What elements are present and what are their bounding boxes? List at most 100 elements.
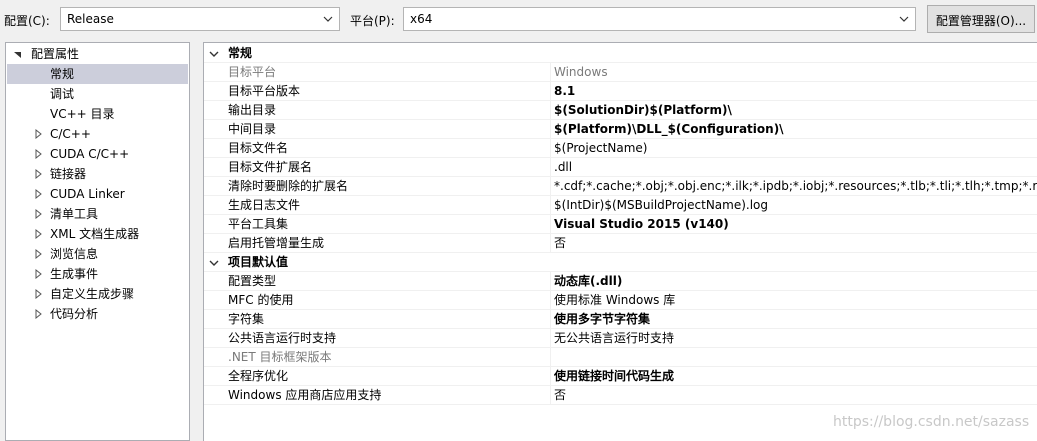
config-manager-button[interactable]: 配置管理器(O)... bbox=[927, 5, 1035, 33]
column-divider bbox=[550, 272, 551, 291]
property-value[interactable]: 使用多字节字符集 bbox=[554, 310, 1037, 328]
property-row[interactable]: .NET 目标框架版本 bbox=[204, 348, 1037, 367]
property-name: 目标文件名 bbox=[228, 141, 289, 155]
triangle-right-icon[interactable] bbox=[33, 249, 43, 259]
tree-root-label: 配置属性 bbox=[31, 47, 80, 61]
column-divider bbox=[550, 101, 551, 120]
property-row[interactable]: 配置类型 动态库(.dll) bbox=[204, 272, 1037, 291]
property-row[interactable]: 启用托管增量生成 否 bbox=[204, 234, 1037, 253]
column-divider bbox=[550, 310, 551, 329]
property-value[interactable]: 使用链接时间代码生成 bbox=[554, 367, 1037, 385]
property-value[interactable]: Visual Studio 2015 (v140) bbox=[554, 215, 1037, 233]
property-value[interactable]: *.cdf;*.cache;*.obj;*.obj.enc;*.ilk;*.ip… bbox=[554, 177, 1037, 195]
tree-item-browse-info[interactable]: 浏览信息 bbox=[7, 244, 188, 264]
chevron-down-icon[interactable] bbox=[209, 49, 219, 59]
tree-item-code-analysis[interactable]: 代码分析 bbox=[7, 304, 188, 324]
column-divider bbox=[550, 82, 551, 101]
tree-item-config-properties[interactable]: 配置属性 bbox=[7, 44, 188, 64]
platform-dropdown[interactable]: x64 bbox=[403, 7, 916, 31]
triangle-right-icon[interactable] bbox=[33, 189, 43, 199]
tree-item-cuda-linker[interactable]: CUDA Linker bbox=[7, 184, 188, 204]
property-name: 配置类型 bbox=[228, 274, 277, 288]
property-value[interactable]: $(ProjectName) bbox=[554, 139, 1037, 157]
config-label: 配置(C): bbox=[4, 14, 50, 28]
column-divider bbox=[550, 120, 551, 139]
toolbar: 配置(C): Release 平台(P): x64 配置管理器(O)... bbox=[0, 0, 1037, 38]
property-row[interactable]: 清除时要删除的扩展名 *.cdf;*.cache;*.obj;*.obj.enc… bbox=[204, 177, 1037, 196]
property-row[interactable]: 目标文件扩展名 .dll bbox=[204, 158, 1037, 177]
tree-item-manifest-tool[interactable]: 清单工具 bbox=[7, 204, 188, 224]
tree-item-label: 常规 bbox=[50, 67, 75, 81]
triangle-right-icon[interactable] bbox=[33, 169, 43, 179]
property-value[interactable]: 否 bbox=[554, 386, 1037, 404]
property-name: 目标平台 bbox=[228, 65, 277, 79]
tree-item-label: 代码分析 bbox=[50, 307, 99, 321]
property-row[interactable]: 中间目录 $(Platform)\DLL_$(Configuration)\ bbox=[204, 120, 1037, 139]
category-title: 项目默认值 bbox=[228, 255, 289, 269]
property-value[interactable]: 8.1 bbox=[554, 82, 1037, 100]
property-name: Windows 应用商店应用支持 bbox=[228, 388, 382, 402]
property-row[interactable]: 公共语言运行时支持 无公共语言运行时支持 bbox=[204, 329, 1037, 348]
triangle-right-icon[interactable] bbox=[33, 149, 43, 159]
category-project-defaults[interactable]: 项目默认值 bbox=[204, 253, 1037, 272]
property-tree: 配置属性 常规 调试 VC++ 目录 C/C++ CUDA C/C++ 链接器 … bbox=[5, 42, 190, 441]
triangle-right-icon[interactable] bbox=[33, 129, 43, 139]
tree-item-label: CUDA Linker bbox=[50, 187, 125, 201]
property-name: 启用托管增量生成 bbox=[228, 236, 325, 250]
triangle-right-icon[interactable] bbox=[33, 209, 43, 219]
chevron-down-icon bbox=[899, 16, 909, 22]
triangle-right-icon[interactable] bbox=[33, 229, 43, 239]
property-row[interactable]: 平台工具集 Visual Studio 2015 (v140) bbox=[204, 215, 1037, 234]
column-divider bbox=[550, 386, 551, 405]
property-name: 全程序优化 bbox=[228, 369, 289, 383]
tree-item-general[interactable]: 常规 bbox=[7, 64, 188, 84]
column-divider bbox=[550, 329, 551, 348]
property-value[interactable]: 否 bbox=[554, 234, 1037, 252]
property-name: .NET 目标框架版本 bbox=[228, 350, 332, 364]
tree-item-build-events[interactable]: 生成事件 bbox=[7, 264, 188, 284]
property-value: Windows bbox=[554, 65, 608, 79]
property-row[interactable]: 字符集 使用多字节字符集 bbox=[204, 310, 1037, 329]
tree-item-label: 生成事件 bbox=[50, 267, 99, 281]
property-name: MFC 的使用 bbox=[228, 293, 294, 307]
property-row[interactable]: Windows 应用商店应用支持 否 bbox=[204, 386, 1037, 405]
property-name: 中间目录 bbox=[228, 122, 277, 136]
config-dropdown[interactable]: Release bbox=[60, 7, 340, 31]
watermark-text: https://blog.csdn.net/sazass bbox=[833, 414, 1030, 430]
column-divider bbox=[550, 139, 551, 158]
triangle-right-icon[interactable] bbox=[33, 309, 43, 319]
property-value[interactable]: 动态库(.dll) bbox=[554, 272, 1037, 290]
column-divider bbox=[550, 63, 551, 82]
property-value[interactable]: $(SolutionDir)$(Platform)\ bbox=[554, 101, 1037, 119]
chevron-down-icon[interactable] bbox=[209, 258, 219, 268]
tree-item-custom-build-step[interactable]: 自定义生成步骤 bbox=[7, 284, 188, 304]
property-value[interactable]: $(Platform)\DLL_$(Configuration)\ bbox=[554, 120, 1037, 138]
triangle-right-icon[interactable] bbox=[33, 269, 43, 279]
property-row[interactable]: 目标文件名 $(ProjectName) bbox=[204, 139, 1037, 158]
tree-item-label: XML 文档生成器 bbox=[50, 227, 140, 241]
property-row[interactable]: 目标平台版本 8.1 bbox=[204, 82, 1037, 101]
property-name: 字符集 bbox=[228, 312, 265, 326]
tree-item-c-cpp[interactable]: C/C++ bbox=[7, 124, 188, 144]
triangle-down-icon[interactable] bbox=[13, 49, 23, 59]
tree-item-linker[interactable]: 链接器 bbox=[7, 164, 188, 184]
tree-item-label: 链接器 bbox=[50, 167, 87, 181]
tree-item-debugging[interactable]: 调试 bbox=[7, 84, 188, 104]
triangle-right-icon[interactable] bbox=[33, 289, 43, 299]
property-value[interactable]: .dll bbox=[554, 158, 1037, 176]
property-value[interactable]: 无公共语言运行时支持 bbox=[554, 329, 1037, 347]
column-divider bbox=[550, 234, 551, 253]
property-row[interactable]: 目标平台 Windows bbox=[204, 63, 1037, 82]
property-value[interactable]: $(IntDir)$(MSBuildProjectName).log bbox=[554, 196, 1037, 214]
property-row[interactable]: 生成日志文件 $(IntDir)$(MSBuildProjectName).lo… bbox=[204, 196, 1037, 215]
column-divider bbox=[550, 215, 551, 234]
property-value[interactable]: 使用标准 Windows 库 bbox=[554, 291, 1037, 309]
property-row[interactable]: 全程序优化 使用链接时间代码生成 bbox=[204, 367, 1037, 386]
tree-item-xml-doc-generator[interactable]: XML 文档生成器 bbox=[7, 224, 188, 244]
property-value bbox=[554, 348, 1037, 366]
tree-item-cuda-cpp[interactable]: CUDA C/C++ bbox=[7, 144, 188, 164]
tree-item-vc-directories[interactable]: VC++ 目录 bbox=[7, 104, 188, 124]
category-general[interactable]: 常规 bbox=[204, 44, 1037, 63]
property-row[interactable]: 输出目录 $(SolutionDir)$(Platform)\ bbox=[204, 101, 1037, 120]
property-row[interactable]: MFC 的使用 使用标准 Windows 库 bbox=[204, 291, 1037, 310]
